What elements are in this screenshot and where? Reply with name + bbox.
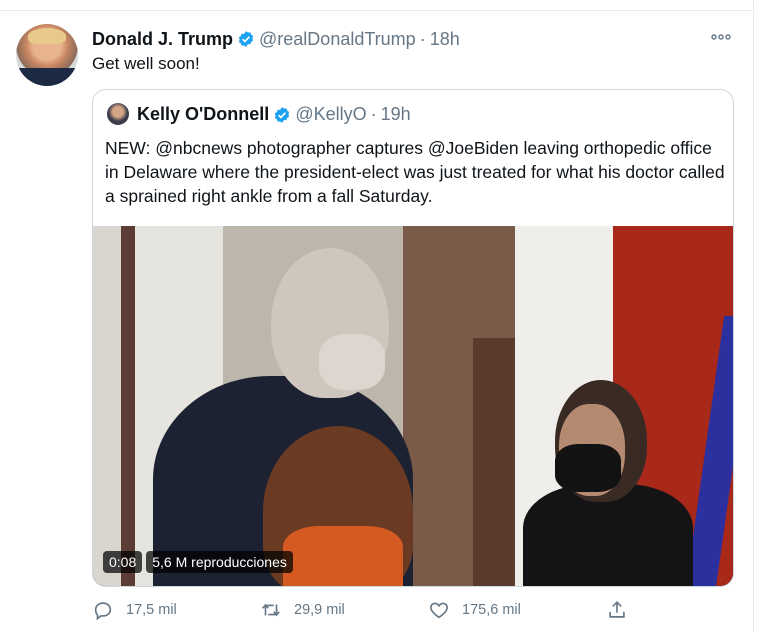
video-duration: 0:08 [103, 551, 143, 573]
author-avatar[interactable] [16, 24, 78, 86]
like-button[interactable]: 175,6 mil [428, 599, 521, 621]
author-name[interactable]: Donald J. Trump [92, 29, 233, 50]
tweet-text: Get well soon! [92, 54, 200, 73]
share-icon [609, 601, 625, 618]
reply-icon [94, 602, 112, 621]
retweet-count: 29,9 mil [294, 602, 345, 618]
share-button[interactable] [606, 599, 628, 621]
separator-dot: · [419, 28, 426, 49]
tweet-time[interactable]: 18h [430, 29, 460, 50]
avatar-suit [16, 68, 78, 86]
quoted-tweet-header: Kelly O'Donnell @KellyO · 19h [137, 104, 411, 125]
like-count: 175,6 mil [462, 602, 521, 618]
video-person-man-mask [319, 334, 385, 390]
retweet-icon [262, 603, 280, 617]
tweet-header: Donald J. Trump @realDonaldTrump · 18h [92, 28, 460, 50]
author-handle[interactable]: @realDonaldTrump [259, 29, 416, 50]
quoted-author-name[interactable]: Kelly O'Donnell [137, 104, 269, 125]
quoted-tweet[interactable]: Kelly O'Donnell @KellyO · 19h NEW: @nbcn… [92, 89, 734, 587]
avatar-hair [28, 28, 66, 44]
separator-dot: · [370, 104, 377, 124]
ellipsis-icon [711, 34, 731, 40]
video-player[interactable]: 0:08 5,6 M reproducciones [93, 226, 733, 586]
more-icon[interactable] [709, 30, 733, 44]
video-scene-frame [121, 226, 135, 586]
quoted-author-avatar[interactable] [107, 103, 129, 125]
retweet-button[interactable]: 29,9 mil [260, 599, 345, 621]
quoted-author-handle[interactable]: @KellyO [295, 104, 366, 125]
heart-icon [430, 602, 448, 619]
quoted-tweet-text: NEW: @nbcnews photographer captures @Joe… [105, 138, 725, 206]
verified-badge-icon [275, 106, 290, 123]
video-views: 5,6 M reproducciones [146, 551, 293, 573]
tweet-actions: 17,5 mil 29,9 mil 175,6 mil [92, 598, 652, 622]
video-person-girl-top [283, 526, 403, 586]
reply-button[interactable]: 17,5 mil [92, 599, 177, 621]
reply-count: 17,5 mil [126, 602, 177, 618]
video-info-badge: 0:08 5,6 M reproducciones [103, 550, 293, 574]
divider [0, 10, 754, 11]
verified-badge-icon [238, 31, 254, 47]
quoted-tweet-time[interactable]: 19h [381, 104, 411, 125]
video-person-woman-mask [555, 444, 621, 492]
